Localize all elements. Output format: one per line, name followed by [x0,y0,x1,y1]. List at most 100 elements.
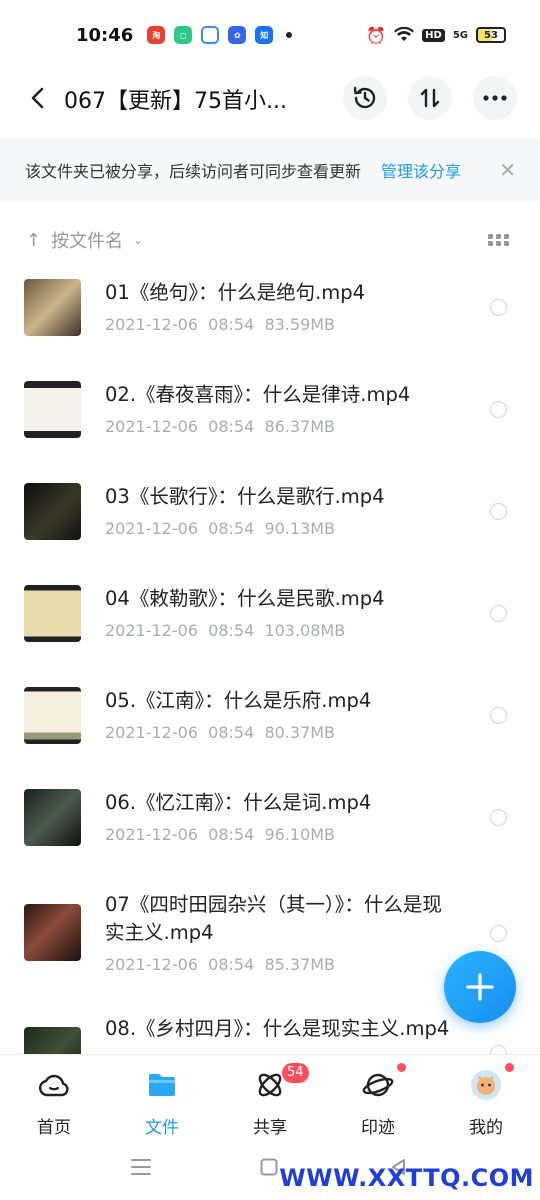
select-radio[interactable] [490,809,507,826]
sort-label[interactable]: 按文件名 [51,227,123,253]
sort-arrows-icon [420,88,440,108]
sort-row: ↑ 按文件名 ⌄ [0,222,540,258]
video-thumbnail [24,1027,81,1055]
back-icon[interactable] [22,83,52,113]
system-nav-bar: WWW.XXTTQ.COM [0,1144,540,1200]
file-name: 03《长歌行》：什么是歌行.mp4 [105,485,385,508]
select-radio[interactable] [490,925,507,942]
chevron-down-icon[interactable]: ⌄ [133,233,143,247]
file-meta: 2021-12-06 08:54 83.59MB [105,315,335,334]
file-meta: 2021-12-06 08:54 103.08MB [105,621,345,640]
video-thumbnail [24,483,81,540]
manage-share-link[interactable]: 管理该分享 [381,158,461,182]
zhihu-app-icon: 知 [255,26,274,44]
nav-item-files[interactable]: 文件 [108,1055,216,1145]
share-banner: 该文件夹已被分享，后续访问者可同步查看更新 管理该分享 ✕ [0,138,540,202]
history-icon [353,86,376,109]
moments-red-dot [397,1063,406,1072]
more-dots-icon [483,95,507,101]
watermark: WWW.XXTTQ.COM [279,1164,534,1192]
status-bar: 10:46 淘 ◻ ✿ 知 ⏰ HD 5G 53 [0,0,540,70]
list-item[interactable]: 06.《忆江南》：什么是词.mp4 2021-12-06 08:54 96.10… [0,775,540,877]
sort-order-button[interactable] [408,76,452,120]
status-indicators: ⏰ HD 5G 53 [366,26,506,45]
status-time: 10:46 [76,24,134,46]
page-title: 067【更新】75首小... [64,89,287,114]
file-date: 2021-12-06 08:54 [105,621,255,640]
select-radio[interactable] [490,401,507,418]
list-item[interactable]: 02.《春夜喜雨》：什么是律诗.mp4 2021-12-06 08:54 86.… [0,367,540,469]
signal-icon: 5G [452,29,468,41]
more-notifications-dot [286,32,293,38]
file-date: 2021-12-06 08:54 [105,417,255,436]
file-meta: 2021-12-06 08:54 86.37MB [105,417,335,436]
grid-view-icon[interactable] [488,234,509,246]
file-name: 06.《忆江南》：什么是词.mp4 [105,791,372,814]
banner-text: 该文件夹已被分享，后续访问者可同步查看更新 [25,162,362,181]
plus-icon [466,973,494,1001]
list-item[interactable]: 03《长歌行》：什么是歌行.mp4 2021-12-06 08:54 90.13… [0,469,540,571]
file-name: 01《绝句》：什么是绝句.mp4 [105,281,366,304]
select-radio[interactable] [490,299,507,316]
nav-label-share: 共享 [253,1118,287,1138]
me-red-dot [505,1063,514,1072]
close-icon[interactable]: ✕ [499,158,516,182]
file-size: 83.59MB [264,315,336,334]
menu-icon[interactable] [131,1158,151,1176]
file-list: 01《绝句》：什么是绝句.mp4 2021-12-06 08:54 83.59M… [0,265,540,1055]
video-thumbnail [24,585,81,642]
file-size: 96.10MB [264,825,336,844]
video-thumbnail [24,381,81,438]
baidu-app-icon: ✿ [228,26,247,44]
avatar [471,1070,501,1100]
history-button[interactable] [343,76,387,120]
nav-label-home: 首页 [37,1118,71,1138]
wifi-icon [394,27,415,41]
file-date: 2021-12-06 08:54 [105,955,255,974]
nav-label-moments: 印迹 [361,1118,395,1138]
battery-icon: 53 [476,27,506,43]
video-thumbnail [24,904,81,961]
video-thumbnail [24,789,81,846]
bottom-nav: 首页 文件 54 共享 印迹 我的 [0,1054,540,1144]
browser-app-icon [201,26,220,44]
file-name: 08.《乡村四月》：什么是现实主义.mp4 [105,1017,450,1040]
notification-icons: 淘 ◻ ✿ 知 [147,26,293,44]
file-date: 2021-12-06 08:54 [105,825,255,844]
message-app-icon: ◻ [174,26,193,44]
add-button[interactable] [444,951,516,1023]
taobao-app-icon: 淘 [147,26,166,44]
select-radio[interactable] [490,503,507,520]
planet-icon [362,1073,394,1097]
file-meta: 2021-12-06 08:54 90.13MB [105,519,335,538]
home-square-icon[interactable] [260,1158,278,1176]
video-thumbnail [24,279,81,336]
nav-item-me[interactable]: 我的 [432,1055,540,1145]
file-size: 103.08MB [264,621,346,640]
file-size: 90.13MB [264,519,336,538]
list-item[interactable]: 01《绝句》：什么是绝句.mp4 2021-12-06 08:54 83.59M… [0,265,540,367]
select-radio[interactable] [490,707,507,724]
file-date: 2021-12-06 08:54 [105,723,255,742]
file-name: 04《敕勒歌》：什么是民歌.mp4 [105,587,385,610]
hd-icon: HD [422,28,445,42]
select-radio[interactable] [490,605,507,622]
cloud-home-icon [38,1074,69,1097]
list-item[interactable]: 05.《江南》：什么是乐府.mp4 2021-12-06 08:54 80.37… [0,673,540,775]
file-meta: 2021-12-06 08:54 85.37MB [105,955,335,974]
nav-item-share[interactable]: 54 共享 [216,1055,324,1145]
list-item[interactable]: 04《敕勒歌》：什么是民歌.mp4 2021-12-06 08:54 103.0… [0,571,540,673]
share-badge: 54 [282,1063,309,1083]
sort-up-icon: ↑ [26,229,42,251]
file-meta: 2021-12-06 08:54 80.37MB [105,723,335,742]
nav-item-moments[interactable]: 印迹 [324,1055,432,1145]
file-date: 2021-12-06 08:54 [105,519,255,538]
more-button[interactable] [473,76,517,120]
file-size: 86.37MB [264,417,336,436]
header: 067【更新】75首小... [0,75,540,121]
nav-label-me: 我的 [469,1118,503,1138]
file-name: 07《四时田园杂兴（其一）》：什么是现实主义.mp4 [105,893,442,944]
file-size: 85.37MB [264,955,336,974]
nav-item-home[interactable]: 首页 [0,1055,108,1145]
file-meta: 2021-12-06 08:54 96.10MB [105,825,335,844]
